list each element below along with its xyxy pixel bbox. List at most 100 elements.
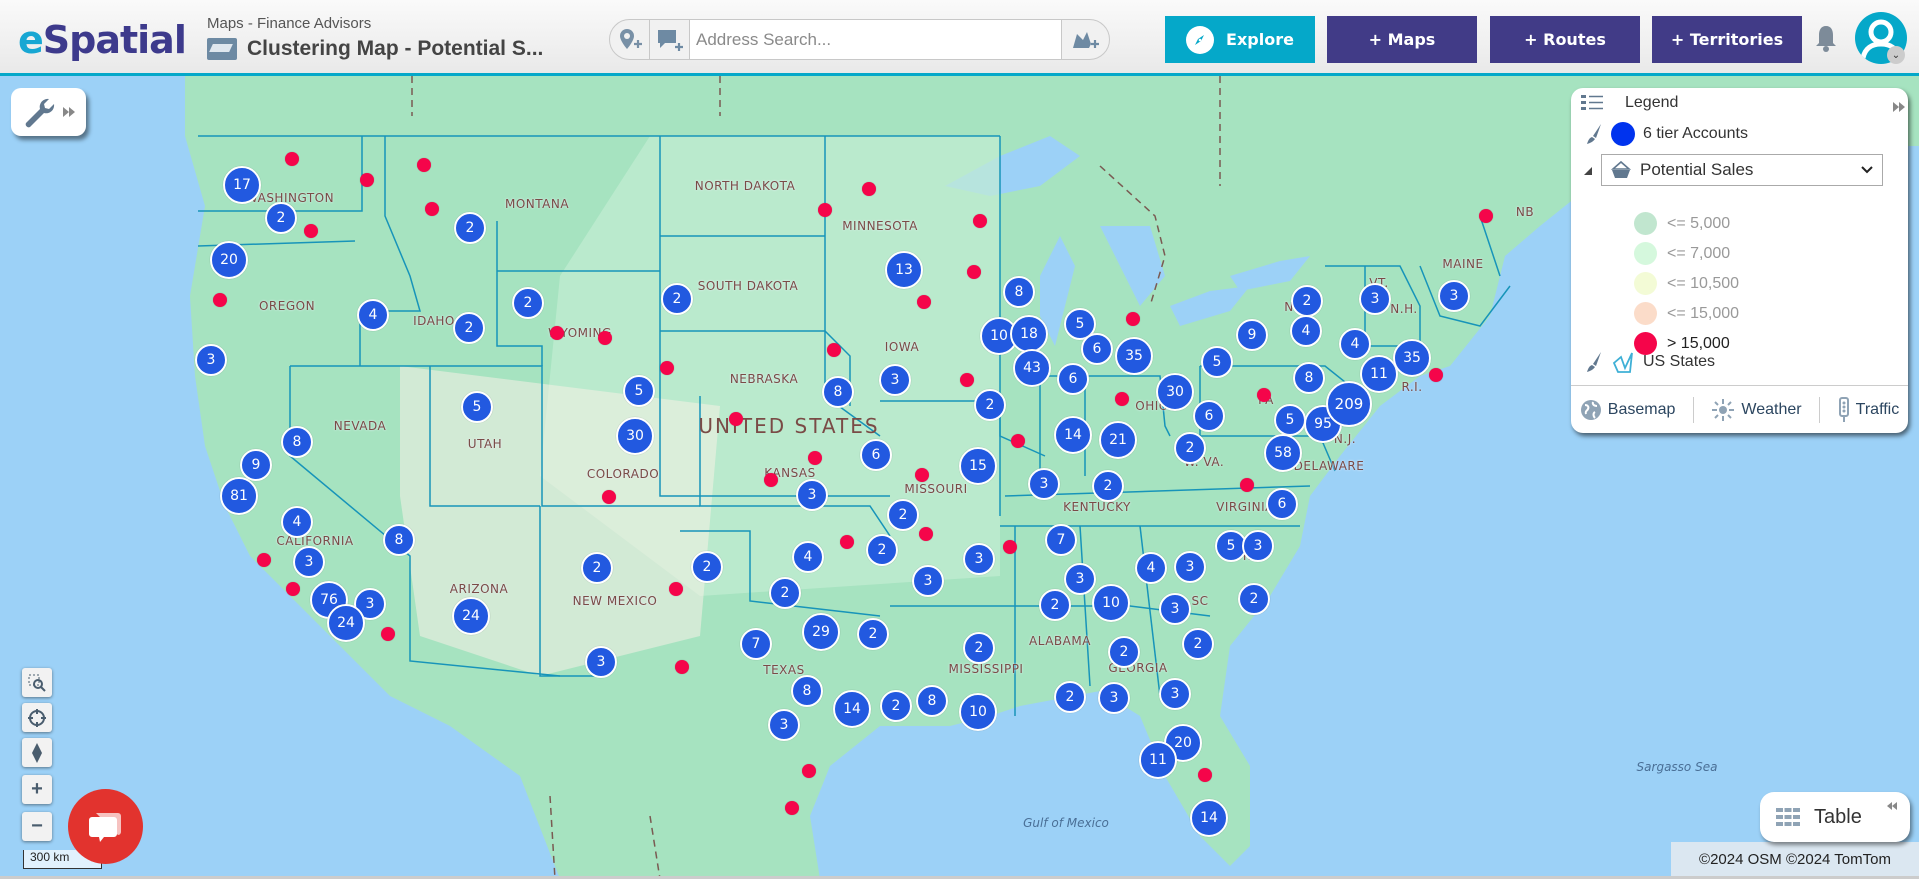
cluster-marker[interactable]: 30	[616, 417, 654, 455]
zoom-out-button[interactable]: −	[22, 812, 52, 841]
legend-range-item[interactable]: <= 5,000	[1634, 212, 1730, 235]
traffic-button[interactable]: Traffic	[1838, 396, 1899, 423]
high-sales-point[interactable]	[285, 152, 299, 166]
collapse-triangle-icon[interactable]	[1583, 166, 1593, 176]
cluster-marker[interactable]: 7	[1045, 524, 1077, 556]
legend-range-item[interactable]: <= 15,000	[1634, 302, 1739, 325]
zoom-in-button[interactable]: +	[22, 775, 52, 804]
cluster-marker[interactable]: 3	[912, 565, 944, 597]
espatial-logo[interactable]: eSpatial	[18, 18, 187, 62]
cluster-marker[interactable]: 3	[1242, 530, 1274, 562]
high-sales-point[interactable]	[360, 173, 374, 187]
cluster-marker[interactable]: 3	[768, 709, 800, 741]
cluster-marker[interactable]: 2	[880, 690, 912, 722]
high-sales-point[interactable]	[550, 326, 564, 340]
cluster-marker[interactable]: 10	[1092, 584, 1130, 622]
cluster-marker[interactable]: 3	[1359, 283, 1391, 315]
cluster-marker[interactable]: 6	[1193, 400, 1225, 432]
legend-range-item[interactable]: <= 10,500	[1634, 272, 1739, 295]
cluster-marker[interactable]: 4	[1290, 315, 1322, 347]
cluster-marker[interactable]: 14	[833, 690, 871, 728]
expand-double-chevron-icon[interactable]	[62, 105, 76, 119]
cluster-marker[interactable]: 8	[281, 426, 313, 458]
cluster-marker[interactable]: 2	[1174, 432, 1206, 464]
cluster-marker[interactable]: 9	[1236, 319, 1268, 351]
cluster-marker[interactable]: 2	[454, 212, 486, 244]
cluster-marker[interactable]: 2	[1039, 589, 1071, 621]
legend-layer-states[interactable]: US States	[1585, 350, 1715, 374]
cluster-marker[interactable]: 3	[1438, 280, 1470, 312]
high-sales-point[interactable]	[785, 801, 799, 815]
cluster-marker[interactable]: 5	[461, 391, 493, 423]
chat-button[interactable]	[68, 789, 143, 864]
high-sales-point[interactable]	[1003, 540, 1017, 554]
high-sales-point[interactable]	[286, 582, 300, 596]
high-sales-point[interactable]	[660, 361, 674, 375]
cluster-marker[interactable]: 5	[1274, 404, 1306, 436]
cluster-marker[interactable]: 2	[453, 312, 485, 344]
cluster-marker[interactable]: 2	[512, 287, 544, 319]
cluster-marker[interactable]: 5	[623, 375, 655, 407]
high-sales-point[interactable]	[602, 490, 616, 504]
high-sales-point[interactable]	[304, 224, 318, 238]
high-sales-point[interactable]	[917, 295, 931, 309]
cluster-marker[interactable]: 3	[963, 543, 995, 575]
cluster-marker[interactable]: 4	[357, 299, 389, 331]
cluster-marker[interactable]: 30	[1156, 373, 1194, 411]
high-sales-point[interactable]	[675, 660, 689, 674]
breadcrumb[interactable]: Maps - Finance Advisors	[207, 15, 371, 32]
cluster-marker[interactable]: 8	[916, 685, 948, 717]
high-sales-point[interactable]	[862, 182, 876, 196]
cluster-marker[interactable]: 3	[585, 646, 617, 678]
cluster-marker[interactable]: 17	[223, 166, 261, 204]
cluster-marker[interactable]: 10	[959, 693, 997, 731]
high-sales-point[interactable]	[425, 202, 439, 216]
cluster-marker[interactable]: 43	[1013, 349, 1051, 387]
collapse-legend-icon[interactable]	[1892, 100, 1906, 114]
high-sales-point[interactable]	[417, 158, 431, 172]
cluster-marker[interactable]: 3	[879, 364, 911, 396]
cluster-marker[interactable]: 81	[220, 477, 258, 515]
cluster-marker[interactable]: 2	[866, 534, 898, 566]
high-sales-point[interactable]	[915, 468, 929, 482]
high-sales-point[interactable]	[1011, 434, 1025, 448]
cluster-marker[interactable]: 6	[1081, 333, 1113, 365]
cluster-marker[interactable]: 3	[1098, 682, 1130, 714]
cluster-marker[interactable]: 2	[661, 283, 693, 315]
cluster-marker[interactable]: 24	[327, 604, 365, 642]
high-sales-point[interactable]	[919, 527, 933, 541]
cluster-marker[interactable]: 2	[887, 499, 919, 531]
cluster-marker[interactable]: 14	[1190, 799, 1228, 837]
paintbrush-icon[interactable]	[1585, 351, 1603, 373]
cluster-marker[interactable]: 8	[822, 376, 854, 408]
cluster-marker[interactable]: 2	[1238, 583, 1270, 615]
cluster-marker[interactable]: 3	[195, 344, 227, 376]
reset-north-button[interactable]	[22, 738, 52, 767]
high-sales-point[interactable]	[967, 265, 981, 279]
cluster-marker[interactable]: 2	[769, 577, 801, 609]
cluster-marker[interactable]: 3	[1028, 468, 1060, 500]
add-territories-button[interactable]: + Territories	[1652, 16, 1802, 63]
cluster-marker[interactable]: 14	[1054, 416, 1092, 454]
legend-range-item[interactable]: <= 7,000	[1634, 242, 1730, 265]
high-sales-point[interactable]	[1479, 209, 1493, 223]
user-menu-chevron-icon[interactable]: ⌄	[1887, 46, 1905, 64]
cluster-marker[interactable]: 6	[1057, 363, 1089, 395]
high-sales-point[interactable]	[257, 553, 271, 567]
weather-button[interactable]: Weather	[1711, 398, 1802, 422]
add-territory-button[interactable]	[1061, 20, 1109, 59]
cluster-marker[interactable]: 2	[1054, 681, 1086, 713]
cluster-marker[interactable]: 8	[1003, 276, 1035, 308]
cluster-marker[interactable]: 8	[1293, 362, 1325, 394]
high-sales-point[interactable]	[1115, 392, 1129, 406]
high-sales-point[interactable]	[213, 293, 227, 307]
locate-me-button[interactable]	[22, 703, 52, 732]
high-sales-point[interactable]	[598, 331, 612, 345]
high-sales-point[interactable]	[840, 535, 854, 549]
high-sales-point[interactable]	[1126, 312, 1140, 326]
add-note-button[interactable]	[650, 20, 690, 59]
cluster-marker[interactable]: 13	[885, 251, 923, 289]
cluster-marker[interactable]: 2	[857, 618, 889, 650]
add-maps-button[interactable]: + Maps	[1327, 16, 1477, 63]
address-search-input[interactable]	[690, 20, 1061, 59]
